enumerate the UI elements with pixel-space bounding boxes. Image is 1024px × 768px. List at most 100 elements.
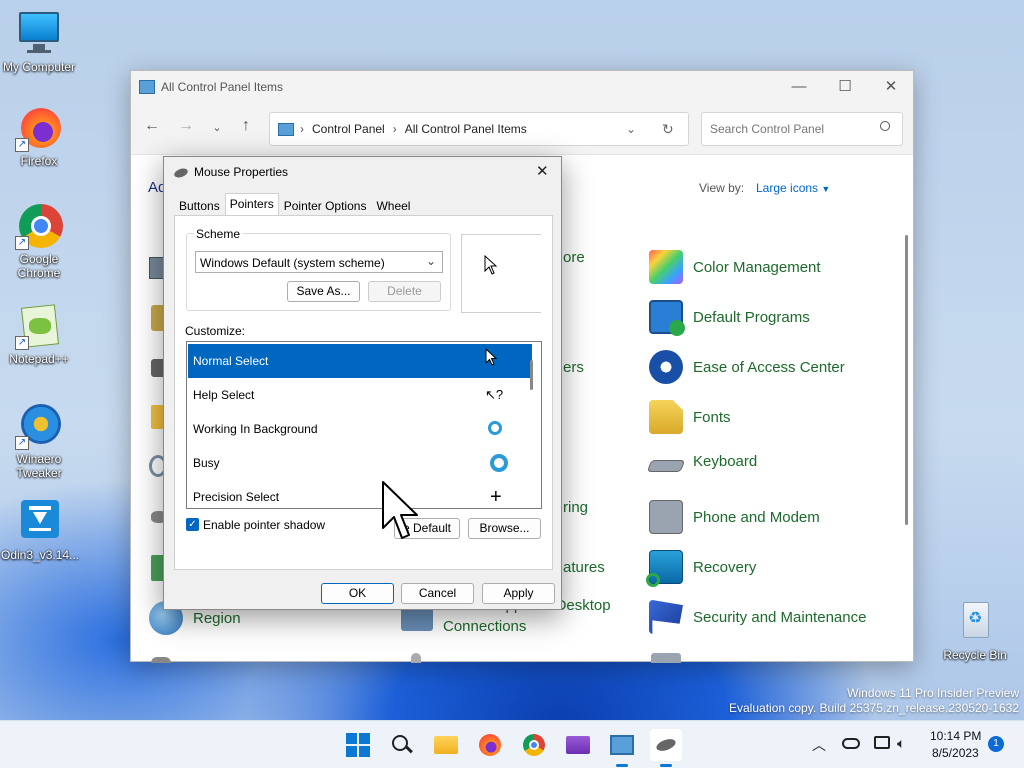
taskbar-firefox[interactable] — [474, 729, 506, 761]
tab-wheel[interactable]: Wheel — [371, 195, 415, 215]
tab-pointer-options[interactable]: Pointer Options — [279, 195, 372, 215]
mouse-icon — [654, 736, 678, 754]
recent-chevron-down-icon[interactable]: ⌄ — [205, 121, 229, 134]
show-hidden-icons-chevron-up-icon[interactable]: ︿ — [812, 735, 826, 755]
arrow-cursor-preview-icon — [484, 255, 498, 275]
up-arrow-icon[interactable]: ↑ — [234, 117, 258, 135]
minimize-button[interactable]: — — [776, 71, 822, 103]
view-by-dropdown[interactable]: Large icons ▼ — [756, 181, 830, 195]
shortcut-arrow-icon: ↗ — [15, 138, 29, 152]
cp-item-label: Keyboard — [693, 452, 758, 470]
cp-item-security-maintenance[interactable]: Security and Maintenance — [649, 600, 866, 634]
cp-item-label-partial[interactable]: ers — [563, 359, 584, 376]
list-item[interactable]: Help Select ↖? — [188, 378, 532, 412]
firefox-icon — [479, 734, 501, 756]
item-icon — [151, 657, 171, 663]
customize-label: Customize: — [185, 324, 246, 338]
list-scrollbar-thumb[interactable] — [530, 360, 533, 390]
taskbar-control-panel[interactable] — [606, 729, 638, 761]
taskbar-mouse-properties[interactable] — [650, 729, 682, 761]
delete-button[interactable]: Delete — [368, 281, 441, 302]
desktop-icon-recycle-bin[interactable]: ♻ Recycle Bin — [937, 598, 1013, 662]
shortcut-arrow-icon: ↗ — [15, 336, 29, 350]
control-panel-icon — [139, 80, 155, 94]
desktop-icon-odin[interactable]: Odin3_v3.14... — [1, 498, 79, 562]
shortcut-arrow-icon: ↗ — [15, 436, 29, 450]
ok-button[interactable]: OK — [321, 583, 394, 604]
firefox-icon: ↗ — [15, 104, 63, 152]
clock-time[interactable]: 10:14 PM — [930, 729, 981, 743]
volume-icon[interactable]: 🔈︎ — [897, 735, 905, 752]
tab-pointers[interactable]: Pointers — [224, 193, 279, 215]
chevron-right-icon: › — [392, 122, 397, 136]
security-flag-icon — [649, 600, 683, 634]
breadcrumb-control-panel[interactable]: Control Panel — [312, 122, 385, 136]
list-item[interactable]: Precision Select + — [188, 480, 532, 508]
taskbar-search-button[interactable] — [386, 729, 418, 761]
network-icon[interactable] — [874, 736, 890, 749]
list-item[interactable]: Busy — [188, 446, 532, 480]
clock-date[interactable]: 8/5/2023 — [932, 746, 979, 760]
cp-item-fonts[interactable]: Fonts — [649, 400, 731, 434]
search-box[interactable]: Search Control Panel — [701, 112, 903, 146]
desktop-icon-my-computer[interactable]: My Computer — [1, 10, 77, 74]
help-select-cursor-icon: ↖? — [485, 387, 504, 402]
taskbar-chrome[interactable] — [518, 729, 550, 761]
default-programs-icon — [649, 300, 685, 336]
search-input[interactable]: Search Control Panel — [710, 122, 824, 136]
cp-item-recovery[interactable]: Recovery — [646, 550, 756, 587]
vertical-scrollbar[interactable] — [905, 235, 908, 525]
cp-item-label-partial[interactable]: ore — [563, 249, 585, 266]
desktop-icon-chrome[interactable]: ↗ Google Chrome — [1, 202, 77, 280]
cp-item-label: Connections — [443, 618, 527, 635]
refresh-icon[interactable]: ↻ — [662, 121, 674, 138]
pointers-panel: Scheme Windows Default (system scheme) ⌄… — [174, 215, 553, 570]
desktop-icon-winaero[interactable]: ↗ Winaero Tweaker — [1, 402, 77, 480]
scheme-label: Scheme — [194, 227, 243, 241]
shortcut-arrow-icon: ↗ — [15, 236, 29, 250]
apply-button[interactable]: Apply — [482, 583, 555, 604]
address-dropdown-icon[interactable]: ⌄ — [626, 122, 636, 136]
working-background-cursor-icon — [488, 421, 502, 435]
pointer-shadow-checkbox[interactable]: ✓ — [186, 518, 199, 531]
notification-badge[interactable]: 1 — [988, 736, 1004, 752]
taskbar-file-explorer[interactable] — [430, 729, 462, 761]
recycle-bin-icon: ♻ — [951, 598, 999, 646]
cancel-button[interactable]: Cancel — [401, 583, 474, 604]
close-button[interactable]: ✕ — [868, 71, 914, 103]
cp-item-color-management[interactable]: Color Management — [649, 250, 821, 284]
cp-item-label-partial[interactable]: atures — [563, 559, 605, 576]
back-arrow-icon[interactable]: ← — [140, 117, 164, 135]
search-icon[interactable] — [880, 121, 890, 131]
list-item[interactable]: Working In Background — [188, 412, 532, 446]
save-as-button[interactable]: Save As... — [287, 281, 360, 302]
cp-item-default-programs[interactable]: Default Programs — [649, 300, 810, 336]
cp-item-label-partial[interactable]: ring — [563, 499, 588, 516]
tab-buttons[interactable]: Buttons — [174, 195, 225, 215]
list-item-label: Busy — [193, 456, 220, 470]
desktop-icon-notepadpp[interactable]: ↗ Notepad++ — [1, 302, 77, 366]
forward-arrow-icon[interactable]: → — [174, 117, 198, 135]
pointer-shadow-label: Enable pointer shadow — [203, 518, 326, 532]
cp-item-label: Region — [193, 609, 241, 627]
cp-item-keyboard[interactable]: Keyboard — [646, 450, 758, 472]
taskbar-media-app[interactable] — [562, 729, 594, 761]
browse-button[interactable]: Browse... — [468, 518, 541, 539]
active-app-indicator — [660, 764, 672, 767]
dialog-tabs: Buttons Pointers Pointer Options Wheel — [174, 193, 415, 215]
dialog-close-icon[interactable]: ✕ — [536, 162, 549, 180]
cp-item-phone-modem[interactable]: Phone and Modem — [649, 500, 820, 534]
desktop-icon-firefox[interactable]: ↗ Firefox — [1, 104, 77, 168]
pointer-list[interactable]: Normal Select Help Select ↖? Working In … — [186, 341, 542, 509]
cp-item-ease-of-access[interactable]: Ease of Access Center — [649, 350, 845, 384]
control-panel-icon — [610, 735, 634, 755]
address-bar[interactable]: › Control Panel › All Control Panel Item… — [269, 112, 689, 146]
list-item[interactable]: Normal Select — [188, 344, 532, 378]
desktop-icon-label: Recycle Bin — [943, 648, 1007, 662]
breadcrumb-all-items[interactable]: All Control Panel Items — [405, 122, 527, 136]
start-button[interactable] — [342, 729, 374, 761]
onedrive-cloud-icon[interactable] — [842, 738, 860, 749]
chrome-icon: ↗ — [15, 202, 63, 250]
maximize-button[interactable]: ☐ — [822, 71, 868, 103]
scheme-select[interactable]: Windows Default (system scheme) ⌄ — [195, 251, 443, 273]
